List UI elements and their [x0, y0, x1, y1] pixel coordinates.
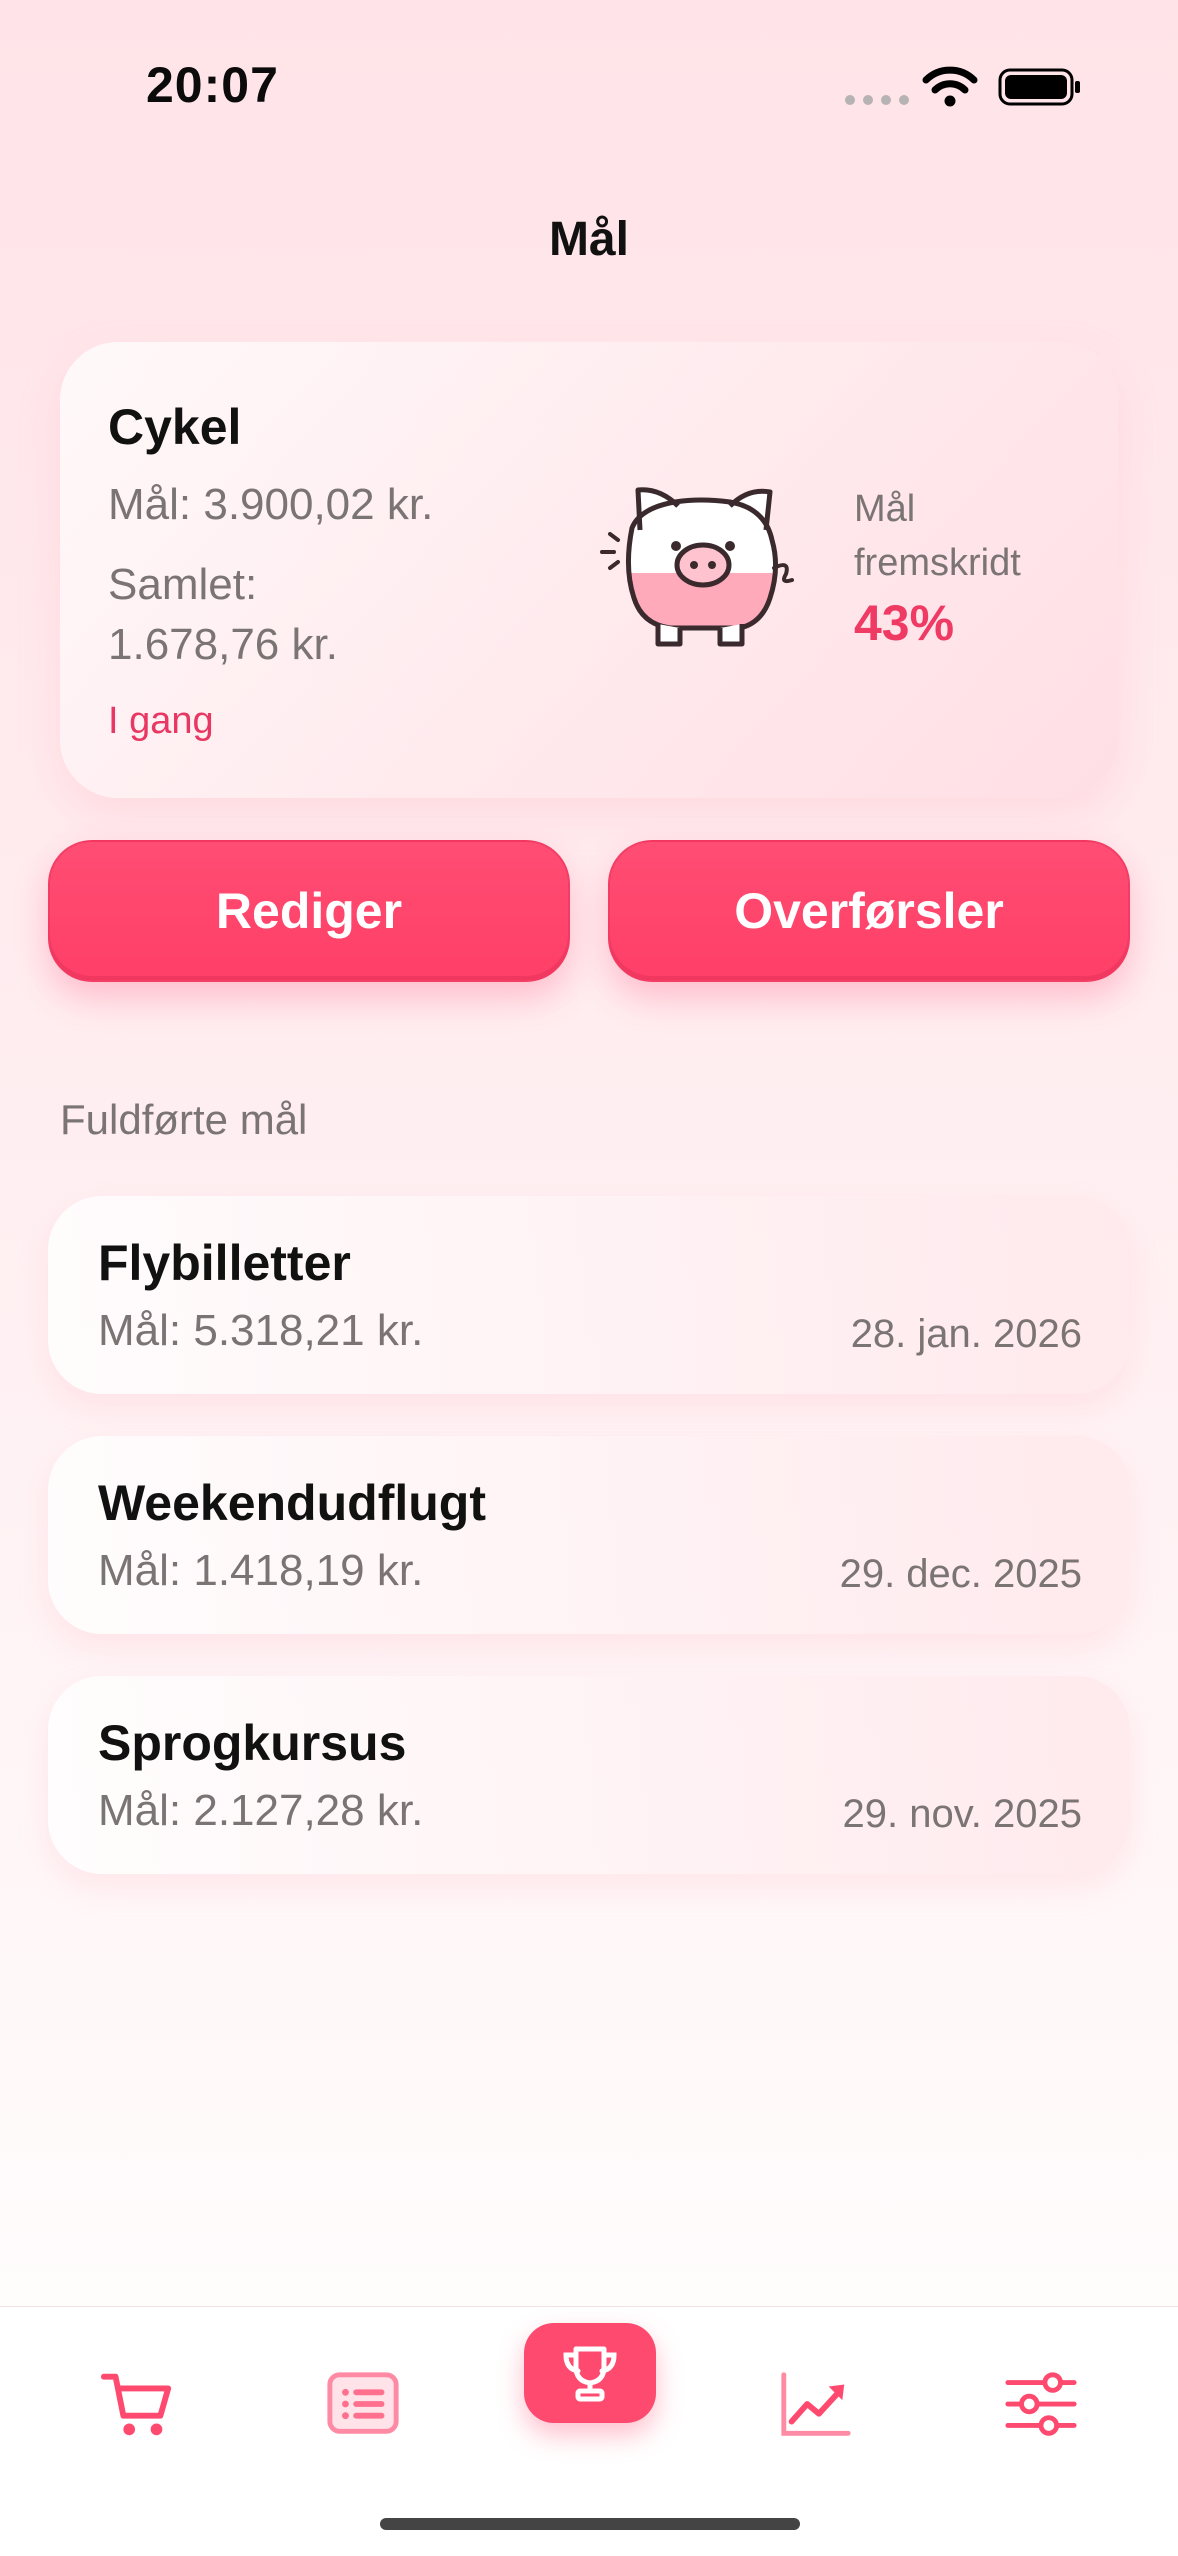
transfers-button[interactable]: Overførsler	[608, 840, 1130, 982]
wifi-icon	[922, 66, 978, 107]
status-time: 20:07	[146, 57, 279, 113]
tab-goals[interactable]	[524, 2323, 656, 2423]
battery-icon	[998, 68, 1080, 106]
goal-saved-label: Samlet:	[108, 560, 258, 609]
completed-goal-date: 29. dec. 2025	[839, 1552, 1082, 1596]
page-title: Mål	[548, 213, 629, 266]
goal-saved-value: 1.678,76 kr.	[108, 620, 338, 669]
progress-value: 43%	[854, 595, 955, 651]
tab-statistics[interactable]	[770, 2359, 860, 2449]
list-item[interactable]: Sprogkursus Mål: 2.127,28 kr. 29. nov. 2…	[48, 1676, 1130, 1874]
completed-goals-title: Fuldførte mål	[60, 1096, 308, 1143]
completed-goal-name: Sprogkursus	[98, 1715, 407, 1771]
tab-list[interactable]	[318, 2359, 408, 2449]
completed-goal-target: Mål: 2.127,28 kr.	[98, 1786, 424, 1835]
signal-dots-icon	[845, 95, 909, 105]
completed-goal-name: Flybilletter	[98, 1235, 351, 1291]
sliders-icon	[1005, 2372, 1077, 2436]
completed-goal-date: 29. nov. 2025	[842, 1792, 1082, 1836]
current-goal-card[interactable]: Cykel Mål: 3.900,02 kr. Samlet: 1.678,76…	[60, 342, 1118, 798]
tab-settings[interactable]	[996, 2359, 1086, 2449]
progress-label: Mål fremskridt	[854, 488, 1021, 584]
list-item[interactable]: Flybilletter Mål: 5.318,21 kr. 28. jan. …	[48, 1196, 1130, 1394]
chart-icon	[781, 2372, 851, 2436]
completed-goal-target: Mål: 5.318,21 kr.	[98, 1306, 424, 1355]
completed-goal-date: 28. jan. 2026	[850, 1312, 1082, 1356]
list-item[interactable]: Weekendudflugt Mål: 1.418,19 kr. 29. dec…	[48, 1436, 1130, 1634]
trophy-icon	[563, 2346, 617, 2402]
list-icon	[327, 2372, 399, 2434]
home-indicator	[380, 2518, 800, 2530]
goal-target: Mål: 3.900,02 kr.	[108, 480, 434, 529]
tab-shopping[interactable]	[92, 2359, 182, 2449]
goal-name: Cykel	[108, 399, 242, 455]
completed-goal-name: Weekendudflugt	[98, 1475, 486, 1531]
edit-button[interactable]: Rediger	[48, 840, 570, 982]
piggy-bank-icon	[600, 487, 794, 647]
completed-goal-target: Mål: 1.418,19 kr.	[98, 1546, 424, 1595]
goal-status: I gang	[108, 700, 214, 742]
cart-icon	[100, 2373, 172, 2436]
